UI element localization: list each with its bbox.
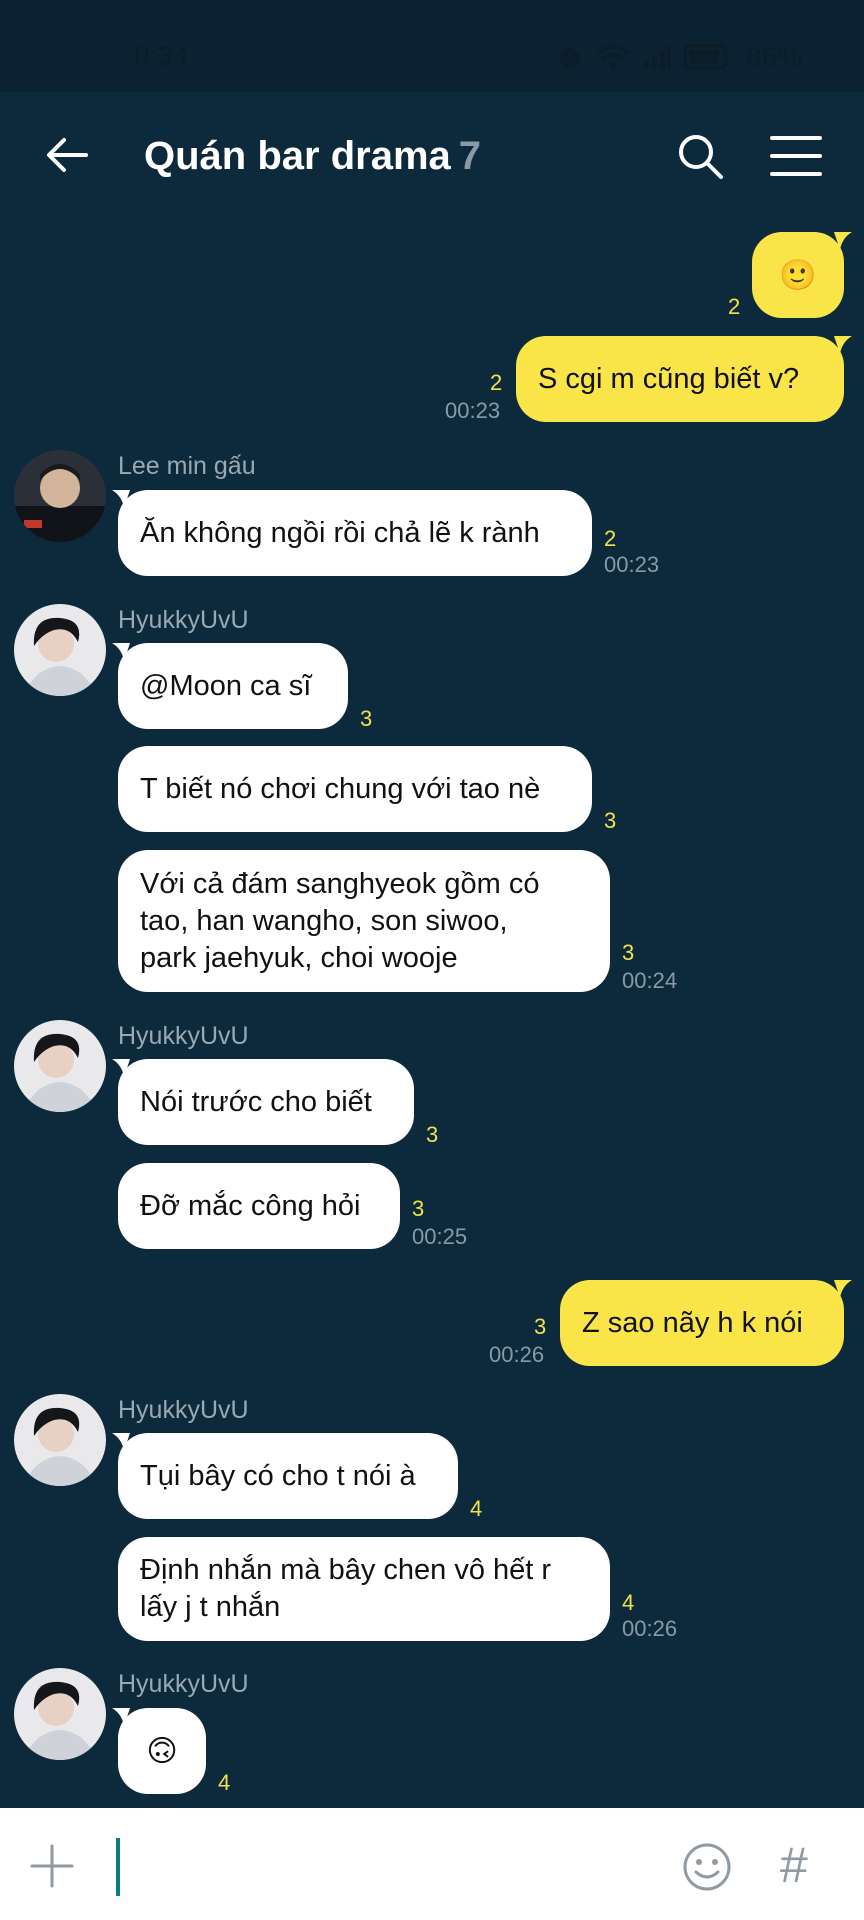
chat-name: Quán bar drama bbox=[144, 134, 451, 178]
sender-name: Lee min gấu bbox=[118, 452, 256, 480]
message-input[interactable] bbox=[116, 1838, 120, 1896]
search-icon[interactable] bbox=[676, 132, 724, 180]
unread-count: 2 bbox=[490, 370, 503, 395]
message-time: 00:26 bbox=[489, 1342, 545, 1367]
message-line: lấy j t nhắn bbox=[140, 1591, 281, 1623]
outgoing-message[interactable]: Z sao nãy h k nói bbox=[560, 1280, 844, 1366]
unread-count: 3 bbox=[426, 1122, 439, 1147]
back-arrow-icon[interactable] bbox=[42, 130, 92, 180]
message-text: 🙂 bbox=[779, 258, 817, 292]
unread-count: 3 bbox=[534, 1314, 547, 1339]
message-text: S cgi m cũng biết v? bbox=[538, 362, 800, 395]
message-time: 00:25 bbox=[412, 1224, 468, 1249]
unread-count: 3 bbox=[412, 1196, 425, 1221]
message-time: 00:23 bbox=[445, 398, 501, 423]
avatar[interactable] bbox=[14, 1668, 106, 1760]
message-text: Nói trước cho biết bbox=[140, 1085, 372, 1118]
message-line: park jaehyuk, choi wooje bbox=[140, 941, 458, 974]
message-line: Định nhắn mà bây chen vô hết r bbox=[140, 1554, 552, 1586]
unread-count: 3 bbox=[622, 940, 635, 965]
avatar[interactable] bbox=[14, 1394, 106, 1486]
chat-title[interactable]: Quán bar drama 7 bbox=[144, 134, 481, 179]
message-text: 🙃 bbox=[146, 1734, 178, 1768]
plus-icon[interactable] bbox=[30, 1844, 74, 1888]
avatar[interactable] bbox=[14, 450, 106, 542]
status-icons: 86% bbox=[556, 40, 806, 74]
incoming-message[interactable]: Nói trước cho biết bbox=[118, 1059, 414, 1145]
message-input-bar: # bbox=[0, 1808, 864, 1920]
message-text: Z sao nãy h k nói bbox=[582, 1306, 803, 1339]
menu-icon[interactable] bbox=[770, 134, 822, 178]
bubble-tail bbox=[112, 1059, 130, 1077]
message-time: 00:24 bbox=[622, 968, 678, 993]
alarm-icon bbox=[560, 48, 580, 68]
battery-icon bbox=[684, 44, 729, 70]
emoji-icon[interactable] bbox=[682, 1842, 732, 1892]
incoming-message[interactable]: 🙃 bbox=[118, 1708, 206, 1794]
avatar[interactable] bbox=[14, 604, 106, 696]
message-text: T biết nó chơi chung với tao nè bbox=[140, 772, 541, 805]
chat-header: Quán bar drama 7 bbox=[0, 92, 864, 220]
incoming-message[interactable]: Ăn không ngồi rồi chả lẽ k rành bbox=[118, 490, 592, 576]
sender-name: HyukkyUvU bbox=[118, 1022, 249, 1050]
message-time: 00:23 bbox=[604, 552, 660, 577]
wifi-icon bbox=[596, 45, 630, 70]
bubble-tail bbox=[112, 490, 130, 508]
bubble-tail bbox=[834, 232, 852, 250]
bubble-tail bbox=[112, 1708, 130, 1726]
bubble-tail bbox=[834, 336, 852, 354]
message-line: Với cả đám sanghyeok gồm có bbox=[140, 867, 540, 900]
message-line: tao, han wangho, son siwoo, bbox=[140, 904, 508, 937]
sender-name: HyukkyUvU bbox=[118, 1670, 249, 1698]
status-time: 0:34 bbox=[134, 40, 189, 71]
member-count: 7 bbox=[458, 134, 482, 178]
message-text: @Moon ca sĩ bbox=[140, 669, 312, 702]
avatar[interactable] bbox=[14, 1020, 106, 1112]
hashtag-icon[interactable]: # bbox=[780, 1836, 808, 1894]
battery-percent: 86% bbox=[746, 41, 803, 72]
message-text: Tụi bây có cho t nói à bbox=[140, 1459, 416, 1492]
incoming-message[interactable]: Định nhắn mà bây chen vô hết r lấy j t n… bbox=[118, 1537, 610, 1641]
sender-name: HyukkyUvU bbox=[118, 1396, 249, 1424]
message-text: Ăn không ngồi rồi chả lẽ k rành bbox=[140, 516, 540, 549]
unread-count: 4 bbox=[470, 1496, 483, 1521]
bubble-tail bbox=[112, 643, 130, 661]
incoming-message[interactable]: T biết nó chơi chung với tao nè bbox=[118, 746, 592, 832]
incoming-message[interactable]: Đỡ mắc công hỏi bbox=[118, 1163, 400, 1249]
bubble-tail bbox=[112, 1433, 130, 1451]
outgoing-message[interactable]: 🙂 bbox=[752, 232, 844, 318]
message-text: Đỡ mắc công hỏi bbox=[140, 1189, 361, 1222]
unread-count: 3 bbox=[360, 706, 373, 731]
unread-count: 2 bbox=[728, 294, 741, 319]
incoming-message[interactable]: Tụi bây có cho t nói à bbox=[118, 1433, 458, 1519]
message-time: 00:26 bbox=[622, 1616, 678, 1641]
bubble-tail bbox=[834, 1280, 852, 1298]
signal-icon bbox=[644, 46, 671, 69]
incoming-message[interactable]: Với cả đám sanghyeok gồm có tao, han wan… bbox=[118, 850, 610, 992]
unread-count: 2 bbox=[604, 526, 617, 551]
incoming-message[interactable]: @Moon ca sĩ bbox=[118, 643, 348, 729]
unread-count: 3 bbox=[604, 808, 617, 833]
unread-count: 4 bbox=[622, 1590, 635, 1615]
outgoing-message[interactable]: S cgi m cũng biết v? bbox=[516, 336, 844, 422]
unread-count: 4 bbox=[218, 1770, 231, 1795]
sender-name: HyukkyUvU bbox=[118, 606, 249, 634]
status-bar: 0:34 86% bbox=[0, 0, 864, 92]
